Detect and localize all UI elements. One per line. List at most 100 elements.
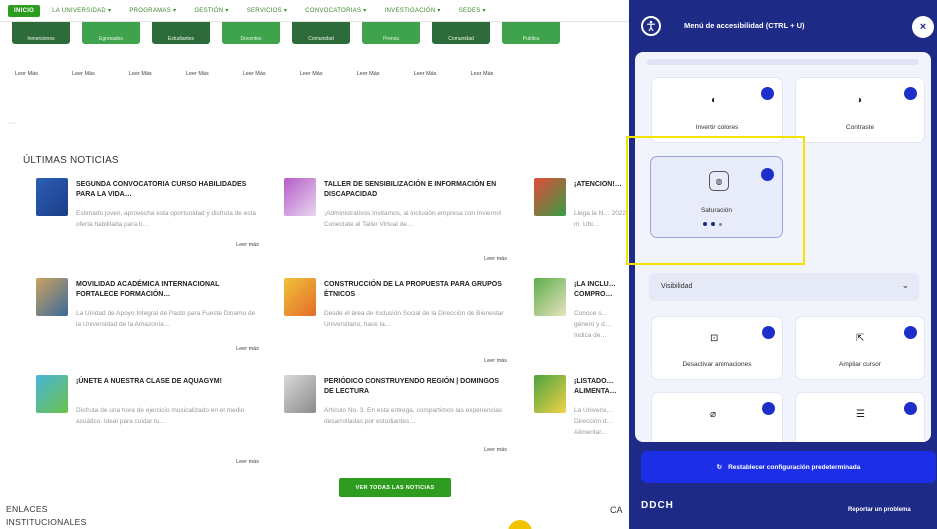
cursor-icon: ⇱ bbox=[856, 333, 865, 344]
view-all-news-button[interactable]: VER TODAS LAS NOTICIAS bbox=[339, 478, 451, 497]
news-read-more[interactable]: Leer más bbox=[236, 346, 259, 352]
news-item[interactable]: SEGUNDA CONVOCATORIA CURSO HABILIDADES P… bbox=[24, 178, 259, 258]
thumbnail-card[interactable]: Comunidad bbox=[292, 22, 350, 44]
news-item[interactable]: PERIÓDICO CONSTRUYENDO REGIÓN | DOMINGOS… bbox=[272, 375, 507, 455]
contrast-card[interactable]: ◑ Contraste bbox=[795, 77, 925, 143]
news-item[interactable]: ¡LISTADO… ALIMENTA… La Universi… Direcci… bbox=[522, 375, 629, 455]
news-excerpt: Disfruta de una hora de ejercicio musica… bbox=[76, 407, 245, 425]
status-badge bbox=[762, 402, 775, 415]
option-card[interactable]: ⌀ bbox=[651, 392, 783, 442]
accessibility-panel-header: Menú de accesibilidad (CTRL + U) × bbox=[629, 0, 937, 56]
news-image bbox=[534, 278, 566, 316]
news-image bbox=[284, 375, 316, 413]
thumbnail-card[interactable]: Estudiantes bbox=[152, 22, 210, 44]
news-image bbox=[284, 278, 316, 316]
contrast-icon: ◑ bbox=[856, 95, 863, 106]
institutional-links-heading: ENLACES INSTITUCIONALES bbox=[6, 503, 87, 529]
accessibility-icon bbox=[641, 16, 661, 36]
thumbnail-card[interactable]: Prensa bbox=[362, 22, 420, 44]
news-excerpt: Llega la N… 2022, m. Ubi… bbox=[574, 210, 628, 228]
read-more-link[interactable]: Leer Más bbox=[15, 71, 38, 77]
news-image bbox=[36, 375, 68, 413]
thumbnail-card[interactable]: Egresados bbox=[82, 22, 140, 44]
enlarge-cursor-card[interactable]: ⇱ Ampliar cursor bbox=[795, 316, 925, 380]
link-icon: ⌀ bbox=[710, 409, 717, 420]
nav-item-programas[interactable]: PROGRAMAS ▾ bbox=[123, 4, 182, 17]
news-title[interactable]: ¡ATENCIÓN!… bbox=[574, 180, 629, 190]
status-badge bbox=[904, 87, 917, 100]
thumbnail-card[interactable]: Publica bbox=[502, 22, 560, 44]
reset-settings-button[interactable]: ↻ Restablecer configuración predetermina… bbox=[641, 451, 936, 483]
news-image bbox=[36, 178, 68, 216]
news-item[interactable]: ¡ÚNETE A NUESTRA CLASE DE AQUAGYM! Disfr… bbox=[24, 375, 259, 465]
news-excerpt: Estimado joven, aprovecha esta oportunid… bbox=[76, 210, 256, 228]
read-more-link[interactable]: Leer Más bbox=[72, 71, 95, 77]
news-image bbox=[284, 178, 316, 216]
news-item[interactable]: CONSTRUCCIÓN DE LA PROPUESTA PARA GRUPOS… bbox=[272, 278, 507, 364]
nav-item-inicio[interactable]: INICIO bbox=[8, 4, 41, 17]
news-excerpt: Artículo No. 3. En esta entrega, compart… bbox=[324, 407, 503, 425]
read-more-link[interactable]: Leer Más bbox=[300, 71, 323, 77]
news-item[interactable]: ¡ATENCIÓN!… Llega la N… 2022, m. Ubi… bbox=[522, 178, 629, 258]
invert-colors-label: Invertir colores bbox=[695, 124, 739, 131]
news-title[interactable]: ¡LA INCLU… COMPRO… bbox=[574, 280, 629, 300]
news-title[interactable]: SEGUNDA CONVOCATORIA CURSO HABILIDADES P… bbox=[76, 180, 258, 200]
disable-animations-card[interactable]: ⊡ Desactivar animaciones bbox=[651, 316, 783, 380]
news-excerpt: ¡Administrativos Invitamos, al inclusión… bbox=[324, 210, 502, 228]
read-more-link[interactable]: Leer Más bbox=[243, 71, 266, 77]
close-button[interactable]: × bbox=[912, 16, 934, 38]
news-read-more[interactable]: Leer más bbox=[484, 447, 507, 453]
news-title[interactable]: ¡LISTADO… ALIMENTA… bbox=[574, 377, 629, 397]
decorative-shape bbox=[508, 520, 532, 529]
nav-item-investigacion[interactable]: INVESTIGACIÓN ▾ bbox=[379, 4, 447, 17]
news-item[interactable]: MOVILIDAD ACADÉMICA INTERNACIONAL FORTAL… bbox=[24, 278, 259, 358]
saturation-card[interactable]: ◍ Saturación bbox=[650, 156, 783, 238]
read-more-link[interactable]: Leer Más bbox=[186, 71, 209, 77]
level-dot bbox=[711, 222, 715, 226]
brand-logo: DDCH bbox=[641, 500, 674, 511]
news-title[interactable]: CONSTRUCCIÓN DE LA PROPUESTA PARA GRUPOS… bbox=[324, 280, 506, 300]
read-more-link[interactable]: Leer Más bbox=[357, 71, 380, 77]
news-title[interactable]: TALLER DE SENSIBILIZACIÓN E INFORMACIÓN … bbox=[324, 180, 506, 200]
invert-colors-card[interactable]: ◐ Invertir colores bbox=[651, 77, 783, 143]
reset-settings-label: Restablecer configuración predeterminada bbox=[728, 463, 861, 471]
reset-icon: ↻ bbox=[716, 464, 723, 471]
news-item[interactable]: TALLER DE SENSIBILIZACIÓN E INFORMACIÓN … bbox=[272, 178, 507, 262]
read-more-row: Leer Más Leer Más Leer Más Leer Más Leer… bbox=[15, 71, 615, 77]
nav-item-la-universidad[interactable]: LA UNIVERSIDAD ▾ bbox=[46, 4, 117, 17]
status-badge bbox=[904, 402, 917, 415]
news-image bbox=[534, 178, 566, 216]
accessibility-panel: Menú de accesibilidad (CTRL + U) × ◐ Inv… bbox=[629, 0, 937, 529]
news-section-title: ÚLTIMAS NOTICIAS bbox=[23, 155, 119, 166]
news-title[interactable]: ¡ÚNETE A NUESTRA CLASE DE AQUAGYM! bbox=[76, 377, 258, 387]
animation-icon: ⊡ bbox=[710, 333, 719, 344]
visibility-dropdown[interactable]: Visibilidad ⌄ bbox=[649, 273, 919, 301]
level-dot bbox=[703, 222, 707, 226]
option-card[interactable]: ☰ bbox=[795, 392, 925, 442]
news-title[interactable]: PERIÓDICO CONSTRUYENDO REGIÓN | DOMINGOS… bbox=[324, 377, 506, 397]
news-read-more[interactable]: Leer más bbox=[484, 358, 507, 364]
thumbnail-card[interactable]: Comunidad bbox=[432, 22, 490, 44]
thumbnail-card[interactable]: Inmersiones bbox=[12, 22, 70, 44]
report-problem-link[interactable]: Reportar un problema bbox=[848, 507, 911, 513]
news-read-more[interactable]: Leer más bbox=[236, 459, 259, 465]
nav-item-gestion[interactable]: GESTIÓN ▾ bbox=[188, 4, 234, 17]
nav-item-sedes[interactable]: SEDES ▾ bbox=[453, 4, 492, 17]
institutional-links-line2: INSTITUCIONALES bbox=[6, 517, 87, 527]
institutional-links-line1: ENLACES bbox=[6, 504, 48, 514]
read-more-link[interactable]: Leer Más bbox=[471, 71, 494, 77]
nav-item-convocatorias[interactable]: CONVOCATORIAS ▾ bbox=[299, 4, 372, 17]
news-read-more[interactable]: Leer más bbox=[236, 242, 259, 248]
chevron-down-icon: ⌄ bbox=[901, 280, 909, 290]
accessibility-options: ◐ Invertir colores ◑ Contraste ◍ Saturac… bbox=[635, 52, 931, 442]
news-excerpt: Desde el área de Inclusión Social de la … bbox=[324, 310, 504, 328]
saturation-label: Saturación bbox=[700, 207, 733, 214]
news-item[interactable]: ¡LA INCLU… COMPRO… Conoce s… género y d…… bbox=[522, 278, 629, 358]
disable-animations-label: Desactivar animaciones bbox=[682, 361, 752, 368]
read-more-link[interactable]: Leer Más bbox=[129, 71, 152, 77]
thumbnail-card[interactable]: Docentes bbox=[222, 22, 280, 44]
nav-item-servicios[interactable]: SERVICIOS ▾ bbox=[241, 4, 294, 17]
read-more-link[interactable]: Leer Más bbox=[414, 71, 437, 77]
news-read-more[interactable]: Leer más bbox=[484, 256, 507, 262]
news-title[interactable]: MOVILIDAD ACADÉMICA INTERNACIONAL FORTAL… bbox=[76, 280, 258, 300]
